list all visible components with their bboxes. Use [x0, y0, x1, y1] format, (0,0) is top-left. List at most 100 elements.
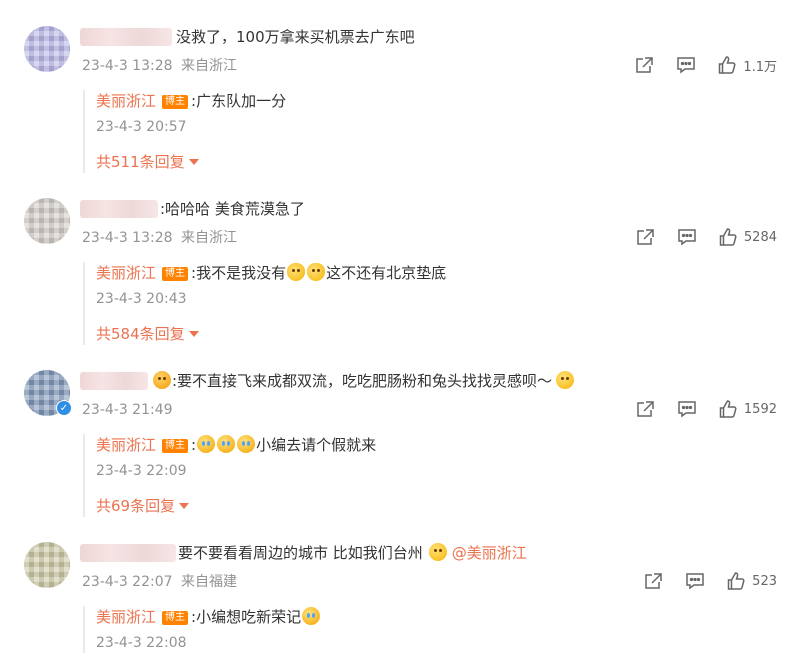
like-count: 523: [752, 573, 777, 589]
share-button[interactable]: [635, 400, 655, 418]
comment-meta: 23-4-3 13:28 来自浙江: [82, 228, 237, 248]
comment-location: 来自福建: [180, 574, 237, 590]
comment-text: :要不直接飞来成都双流，吃吃肥肠粉和兔头找找灵感呗～: [152, 370, 575, 392]
emoji-icon: [307, 263, 326, 281]
blogger-tag: 博主: [162, 267, 189, 281]
username-blurred[interactable]: [80, 28, 172, 46]
comment-meta: 23-4-3 13:28 来自浙江: [82, 56, 237, 76]
comment-text: 没救了，100万拿来买机票去广东吧: [176, 28, 415, 46]
reply-text: :: [191, 436, 197, 454]
reply-author[interactable]: 美丽浙江: [96, 264, 156, 282]
emoji-icon: [217, 435, 236, 453]
thumbs-up-icon: [719, 228, 737, 246]
comment-location: 来自浙江: [180, 230, 237, 246]
like-count: 5284: [743, 229, 777, 245]
username-blurred[interactable]: [80, 200, 158, 218]
blogger-tag: 博主: [162, 439, 189, 453]
reply-date: 23-4-3 20:57: [96, 119, 187, 135]
comment-location: 来自浙江: [180, 58, 237, 74]
emoji-icon: [153, 371, 171, 389]
reply-button[interactable]: [677, 400, 697, 418]
like-button[interactable]: 1592: [719, 400, 777, 418]
comment-date: 23-4-3 21:49: [82, 402, 173, 418]
thumbs-up-icon: [727, 572, 745, 590]
more-replies-label: 共584条回复: [96, 325, 185, 343]
reply-block: 美丽浙江 博主:小编想吃新荣记 23-4-3 22:08: [83, 606, 321, 653]
caret-down-icon: [188, 331, 199, 337]
comment-icon: [677, 57, 696, 74]
reply-text: :广东队加一分: [191, 92, 287, 110]
share-icon: [637, 401, 654, 417]
comment-text-body: 要不要看看周边的城市 比如我们台州: [178, 544, 423, 562]
comment-1: 没救了，100万拿来买机票去广东吧 23-4-3 13:28 来自浙江 1.1万…: [0, 26, 795, 176]
comment-icon: [678, 401, 696, 418]
reply-author[interactable]: 美丽浙江: [96, 608, 156, 626]
like-button[interactable]: 1.1万: [718, 56, 777, 75]
share-icon: [645, 573, 662, 589]
emoji-icon: [287, 263, 306, 281]
comment-date: 23-4-3 13:28: [82, 58, 173, 74]
reply-button[interactable]: [685, 572, 705, 590]
reply-button[interactable]: [676, 56, 696, 74]
comment-date: 23-4-3 22:07: [82, 574, 173, 590]
share-icon: [636, 57, 654, 73]
mention-link[interactable]: @美丽浙江: [452, 544, 527, 562]
share-button[interactable]: [634, 56, 654, 74]
emoji-icon: [302, 607, 321, 625]
reply-block: 美丽浙江 博主:我不是我没有 这不还有北京垫底 23-4-3 20:43 共584条…: [83, 262, 446, 345]
avatar[interactable]: [24, 198, 70, 244]
more-replies-button[interactable]: 共69条回复: [96, 495, 190, 517]
more-replies-button[interactable]: 共584条回复: [96, 323, 199, 345]
comment-3: ✓ :要不直接飞来成都双流，吃吃肥肠粉和兔头找找灵感呗～ 23-4-3 21:4…: [0, 370, 795, 520]
thumbs-up-icon: [719, 400, 737, 418]
comment-meta: 23-4-3 21:49: [82, 400, 173, 420]
emoji-icon: [197, 435, 216, 453]
reply-date: 23-4-3 20:43: [96, 291, 187, 307]
comment-4: 要不要看看周边的城市 比如我们台州 @美丽浙江 23-4-3 22:07 来自福建…: [0, 542, 795, 663]
blogger-tag: 博主: [162, 95, 189, 109]
comment-meta: 23-4-3 22:07 来自福建: [82, 572, 237, 592]
comment-text-body: :要不直接飞来成都双流，吃吃肥肠粉和兔头找找灵感呗～: [172, 372, 553, 390]
reply-block: 美丽浙江 博主: 小编去请个假就来 23-4-3 22:09 共69条回复: [83, 434, 376, 517]
reply-date: 23-4-3 22:09: [96, 463, 187, 479]
like-count: 1592: [743, 401, 777, 417]
caret-down-icon: [179, 503, 190, 509]
like-count: 1.1万: [743, 59, 777, 75]
comment-text: 要不要看看周边的城市 比如我们台州 @美丽浙江: [178, 542, 527, 564]
more-replies-button[interactable]: 共511条回复: [96, 151, 199, 173]
caret-down-icon: [188, 159, 199, 165]
like-button[interactable]: 5284: [719, 228, 777, 246]
comment-actions: 1592: [635, 398, 777, 420]
reply-button[interactable]: [677, 228, 697, 246]
share-icon: [637, 229, 654, 245]
avatar[interactable]: [24, 542, 70, 588]
emoji-icon: [237, 435, 256, 453]
comment-date: 23-4-3 13:28: [82, 230, 173, 246]
comment-2: :哈哈哈 美食荒漠急了 23-4-3 13:28 来自浙江 5284 美丽浙江博…: [0, 198, 795, 348]
reply-author[interactable]: 美丽浙江: [96, 436, 156, 454]
more-replies-label: 共511条回复: [96, 153, 185, 171]
comment-icon: [686, 573, 704, 590]
share-button[interactable]: [643, 572, 663, 590]
reply-text-continued: 小编去请个假就来: [256, 436, 377, 454]
emoji-icon: [556, 371, 575, 389]
avatar[interactable]: [24, 26, 70, 72]
username-blurred[interactable]: [80, 372, 148, 390]
comment-text: :哈哈哈 美食荒漠急了: [160, 200, 305, 218]
comment-icon: [678, 229, 696, 246]
comment-actions: 5284: [635, 226, 777, 248]
reply-text-continued: 这不还有北京垫底: [326, 264, 447, 282]
emoji-icon: [428, 543, 447, 561]
thumbs-up-icon: [719, 56, 736, 74]
like-button[interactable]: 523: [727, 572, 777, 590]
username-blurred[interactable]: [80, 544, 176, 562]
verified-v-icon: ✓: [56, 400, 72, 416]
reply-text: :小编想吃新荣记: [191, 608, 302, 626]
share-button[interactable]: [635, 228, 655, 246]
blogger-tag: 博主: [162, 611, 189, 625]
reply-text: :我不是我没有: [191, 264, 287, 282]
comment-actions: 523: [643, 570, 777, 592]
reply-author[interactable]: 美丽浙江: [96, 92, 156, 110]
reply-date: 23-4-3 22:08: [96, 635, 187, 651]
comment-actions: 1.1万: [634, 54, 777, 76]
